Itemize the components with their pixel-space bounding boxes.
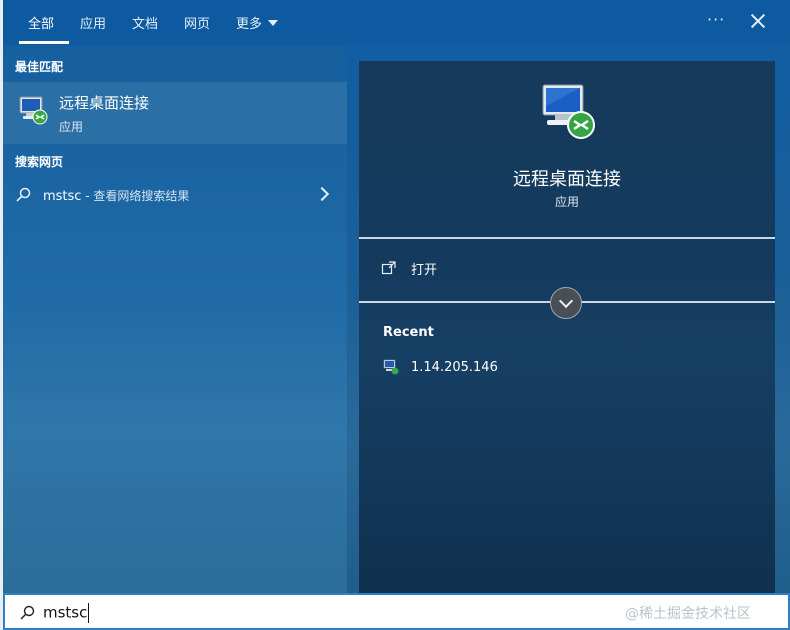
preview-app-title: 远程桌面连接 [513, 169, 621, 190]
search-icon [20, 605, 35, 620]
tab-apps-label: 应用 [80, 16, 107, 32]
remote-connection-icon [383, 359, 399, 375]
divider [359, 237, 775, 239]
recent-heading: Recent [383, 325, 434, 340]
tab-all-label: 全部 [28, 16, 55, 32]
preview-app-subtitle: 应用 [554, 195, 579, 209]
expand-button[interactable] [550, 287, 582, 319]
web-search-result[interactable]: mstsc - 查看网络搜索结果 [3, 178, 347, 212]
tab-documents[interactable]: 文档 [132, 12, 158, 32]
search-box[interactable]: mstsc @稀土掘金技术社区 [3, 593, 790, 630]
recent-item[interactable]: 1.14.205.146 [383, 357, 498, 377]
web-suffix: - 查看网络搜索结果 [81, 189, 190, 203]
web-search-label: mstsc - 查看网络搜索结果 [43, 187, 189, 204]
tab-web-label: 网页 [184, 16, 211, 32]
open-icon [381, 261, 396, 275]
best-match-item[interactable]: 远程桌面连接 应用 [3, 82, 347, 144]
best-match-subtitle: 应用 [59, 120, 84, 134]
chevron-down-icon [268, 20, 279, 26]
tab-web[interactable]: 网页 [184, 12, 210, 32]
preview-panel: 远程桌面连接 应用 打开 Recent 1.14.205.146 [359, 61, 775, 593]
filter-tab-bar: 全部 应用 文档 网页 更多 ··· [3, 0, 790, 45]
search-input[interactable]: mstsc [43, 603, 90, 623]
active-tab-indicator [19, 41, 69, 44]
open-action[interactable]: 打开 [381, 257, 437, 279]
tab-all[interactable]: 全部 [28, 12, 54, 32]
tab-more[interactable]: 更多 [236, 12, 279, 32]
search-input-value: mstsc [43, 603, 88, 622]
remote-desktop-large-icon [542, 84, 595, 139]
tab-apps[interactable]: 应用 [80, 12, 106, 32]
remote-desktop-icon [19, 96, 48, 125]
text-cursor [88, 603, 90, 623]
recent-item-label: 1.14.205.146 [411, 359, 498, 375]
tab-documents-label: 文档 [132, 16, 159, 32]
best-match-title: 远程桌面连接 [59, 94, 150, 112]
open-label: 打开 [411, 262, 438, 278]
best-match-heading: 最佳匹配 [15, 60, 64, 74]
watermark: @稀土掘金技术社区 [625, 606, 751, 622]
search-icon [16, 187, 31, 202]
more-options-icon[interactable]: ··· [707, 10, 725, 29]
tab-more-label: 更多 [236, 16, 263, 32]
close-icon[interactable] [749, 12, 767, 30]
web-query: mstsc [43, 189, 82, 204]
search-web-heading: 搜索网页 [15, 155, 64, 169]
chevron-right-icon[interactable] [314, 186, 330, 202]
